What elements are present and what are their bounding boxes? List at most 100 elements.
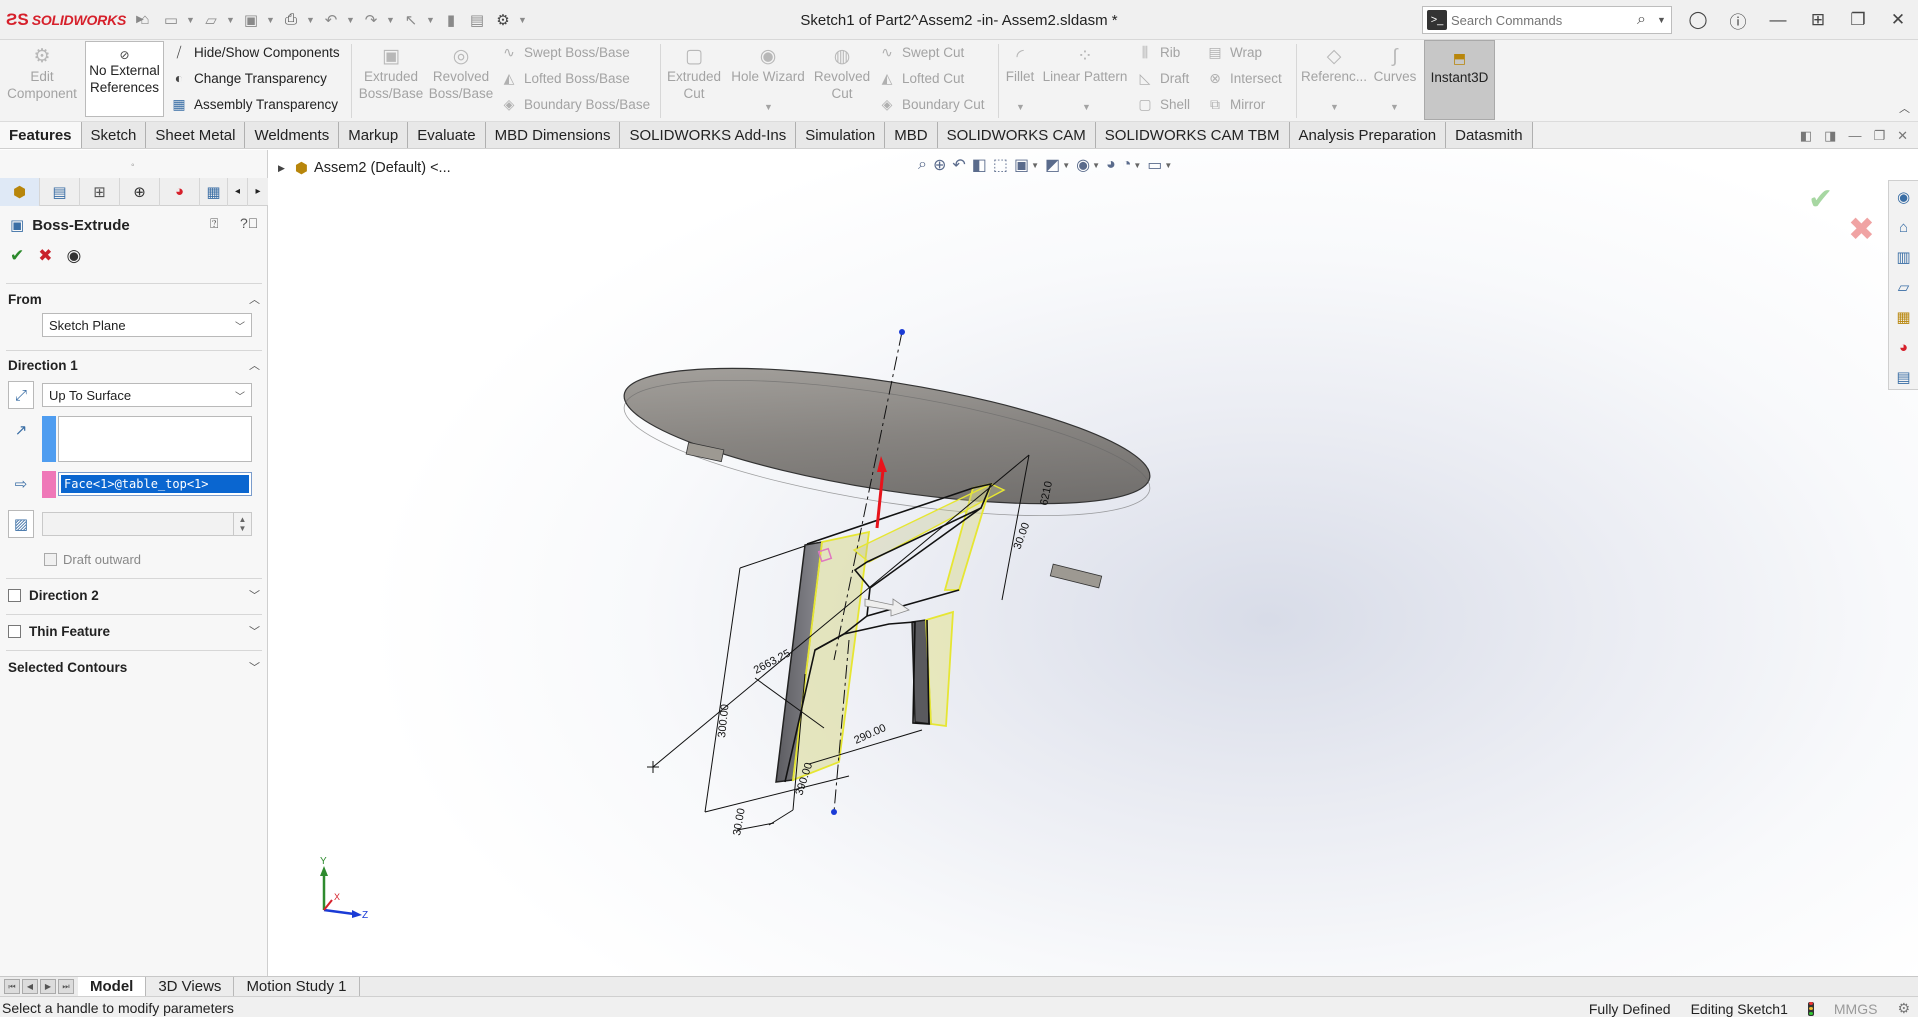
hide-show-items-icon[interactable]: ◉ xyxy=(1076,155,1090,175)
swept-cut-button[interactable]: ∿ Swept Cut xyxy=(878,44,964,61)
reference-geometry-button[interactable]: ◇ Referenc... xyxy=(1300,46,1368,85)
axis-endpoint-bottom[interactable] xyxy=(831,809,837,815)
mirror-button[interactable]: ⧉ Mirror xyxy=(1206,96,1265,113)
hole-wizard-button[interactable]: ◉ Hole Wizard xyxy=(728,46,808,85)
tab-weldments[interactable]: Weldments xyxy=(245,122,340,148)
configuration-manager-tab-icon[interactable]: ⊞ xyxy=(80,177,120,206)
dimension-label[interactable]: 290.00 xyxy=(852,722,888,747)
shell-button[interactable]: ▢ Shell xyxy=(1136,96,1190,113)
tab-solidworks-add-ins[interactable]: SOLIDWORKS Add-Ins xyxy=(620,122,797,148)
selected-contours-section-header[interactable]: Selected Contours ﹀ xyxy=(0,658,268,676)
select-dropdown-icon[interactable]: ▼ xyxy=(426,15,436,25)
tab-mbd[interactable]: MBD xyxy=(885,122,938,148)
tab-sketch[interactable]: Sketch xyxy=(81,122,147,148)
ok-check-icon[interactable]: ✔ xyxy=(10,246,24,266)
direction2-checkbox[interactable] xyxy=(8,588,21,602)
save-dropdown-icon[interactable]: ▼ xyxy=(266,15,276,25)
panel-splitter-icon[interactable]: ◦ xyxy=(131,160,135,171)
intersect-button[interactable]: ⊗ Intersect xyxy=(1206,70,1282,87)
draft-toggle-icon[interactable]: ▨ xyxy=(8,510,34,538)
prev-tab-icon[interactable]: ◀ xyxy=(22,979,38,994)
leg-right[interactable] xyxy=(911,610,954,728)
cam-manager-tab-icon[interactable]: ▦ xyxy=(200,177,228,206)
axis-endpoint-top[interactable] xyxy=(899,329,905,335)
property-manager-tab-icon[interactable]: ▤ xyxy=(40,177,80,206)
from-select[interactable]: Sketch Plane ﹀ xyxy=(42,313,252,337)
extruded-cut-button[interactable]: ▢ Extruded Cut xyxy=(662,46,726,102)
direction2-section-header[interactable]: Direction 2 ﹀ xyxy=(0,586,268,604)
undo-dropdown-icon[interactable]: ▼ xyxy=(346,15,356,25)
expand-chevron-icon[interactable]: ﹀ xyxy=(249,659,260,675)
rebuild-icon[interactable]: ▮ xyxy=(440,9,462,31)
dimxpert-manager-tab-icon[interactable]: ⊕ xyxy=(120,177,160,206)
tab-evaluate[interactable]: Evaluate xyxy=(408,122,486,148)
display-style-icon[interactable]: ◩ xyxy=(1045,155,1060,175)
hide-show-components-button[interactable]: ⧸ Hide/Show Components xyxy=(170,44,340,61)
view-orientation-icon[interactable]: ▣ xyxy=(1014,155,1029,175)
curves-button[interactable]: ∫ Curves xyxy=(1370,46,1420,85)
direction1-section-header[interactable]: Direction 1 ︿ xyxy=(0,356,268,374)
sketch-point[interactable] xyxy=(647,761,659,773)
face-selection-box[interactable]: Face<1>@table_top<1> xyxy=(58,472,252,496)
tab-solidworks-cam-tbm[interactable]: SOLIDWORKS CAM TBM xyxy=(1095,122,1290,148)
tab-solidworks-cam[interactable]: SOLIDWORKS CAM xyxy=(937,122,1096,148)
doc-restore-button[interactable]: ❐ xyxy=(1873,128,1885,144)
lofted-cut-button[interactable]: ◭ Lofted Cut xyxy=(878,70,965,87)
dimension-label[interactable]: 30.00 xyxy=(1012,521,1033,551)
section-view-icon[interactable]: ◧ xyxy=(972,155,987,175)
expand-chevron-icon[interactable]: ﹀ xyxy=(249,623,260,639)
apply-scene-icon[interactable]: ◔ xyxy=(1122,156,1132,174)
apply-scene-dropdown-icon[interactable]: ▼ xyxy=(1133,161,1141,170)
draft-angle-spinner[interactable]: ▲ ▼ xyxy=(42,512,252,536)
appearances-icon[interactable]: ◕ xyxy=(1892,335,1916,359)
reference-dropdown-icon[interactable]: ▼ xyxy=(1330,102,1339,112)
linear-pattern-dropdown-icon[interactable]: ▼ xyxy=(1082,102,1091,112)
tabs-scroll-left-icon[interactable]: ◂ xyxy=(228,177,248,206)
graphics-area[interactable]: 2663.25 290.00 300.00 30.00 30.00 390.00… xyxy=(269,150,1918,976)
customize-status-icon[interactable]: ⚙ xyxy=(1897,1000,1910,1017)
wrap-button[interactable]: ▤ Wrap xyxy=(1206,44,1262,61)
help-icon[interactable]: ⓘ xyxy=(1718,0,1758,40)
zoom-to-area-icon[interactable]: ⊕ xyxy=(933,155,946,175)
swept-boss-button[interactable]: ∿ Swept Boss/Base xyxy=(500,44,630,61)
lofted-boss-button[interactable]: ◭ Lofted Boss/Base xyxy=(500,70,630,87)
thin-feature-checkbox[interactable] xyxy=(8,624,21,638)
linear-pattern-button[interactable]: ⁘ Linear Pattern xyxy=(1042,46,1128,85)
thin-feature-section-header[interactable]: Thin Feature ﹀ xyxy=(0,622,268,640)
collapse-chevron-icon[interactable]: ︿ xyxy=(249,291,260,307)
new-document-icon[interactable]: ▭ xyxy=(160,9,182,31)
dimension-label[interactable]: 30.00 xyxy=(731,807,748,836)
search-dropdown-icon[interactable]: ▼ xyxy=(1657,15,1671,25)
tabs-scroll-right-icon[interactable]: ▸ xyxy=(248,178,268,206)
from-section-header[interactable]: From ︿ xyxy=(0,290,268,308)
tab-analysis-preparation[interactable]: Analysis Preparation xyxy=(1289,122,1447,148)
view-orientation-dropdown-icon[interactable]: ▼ xyxy=(1031,161,1039,170)
draft-button[interactable]: ◺ Draft xyxy=(1136,70,1190,87)
new-dropdown-icon[interactable]: ▼ xyxy=(186,15,196,25)
revolved-boss-button[interactable]: ◎ Revolved Boss/Base xyxy=(426,46,496,102)
select-cursor-icon[interactable]: ↖ xyxy=(400,9,422,31)
dimension-label[interactable]: 300.00 xyxy=(716,704,731,739)
home-icon[interactable]: ⌂ xyxy=(1892,215,1916,239)
tab-motion-study-1[interactable]: Motion Study 1 xyxy=(234,977,360,996)
minimize-button[interactable]: — xyxy=(1758,0,1798,40)
options-dropdown-icon[interactable]: ▼ xyxy=(518,15,528,25)
hide-show-dropdown-icon[interactable]: ▼ xyxy=(1092,161,1100,170)
dimension-label[interactable]: 2663.25 xyxy=(752,647,793,676)
fillet-button[interactable]: ◜ Fillet xyxy=(1002,46,1038,85)
leg-back[interactable] xyxy=(852,482,1006,591)
print-dropdown-icon[interactable]: ▼ xyxy=(306,15,316,25)
view-settings-icon[interactable]: ▭ xyxy=(1147,155,1162,175)
first-tab-icon[interactable]: ⏮ xyxy=(4,979,20,994)
confirmation-ok-icon[interactable]: ✔ xyxy=(1808,182,1833,217)
close-button[interactable]: ✕ xyxy=(1878,0,1918,40)
revolved-cut-button[interactable]: ◍ Revolved Cut xyxy=(810,46,874,102)
assembly-transparency-button[interactable]: ▦ Assembly Transparency xyxy=(170,96,338,113)
restore-button[interactable]: ❐ xyxy=(1838,0,1878,40)
feature-tree-root[interactable]: ▶ ⬢ Assem2 (Default) <... xyxy=(278,159,451,177)
preview-eye-icon[interactable]: ◉ xyxy=(67,246,82,266)
doc-minimize-button[interactable]: — xyxy=(1848,128,1861,144)
solidworks-resources-icon[interactable]: ◉ xyxy=(1892,185,1916,209)
instant3d-button[interactable]: ⬒ Instant3D xyxy=(1424,40,1495,120)
tile-windows-icon[interactable]: ⊞ xyxy=(1798,0,1838,40)
